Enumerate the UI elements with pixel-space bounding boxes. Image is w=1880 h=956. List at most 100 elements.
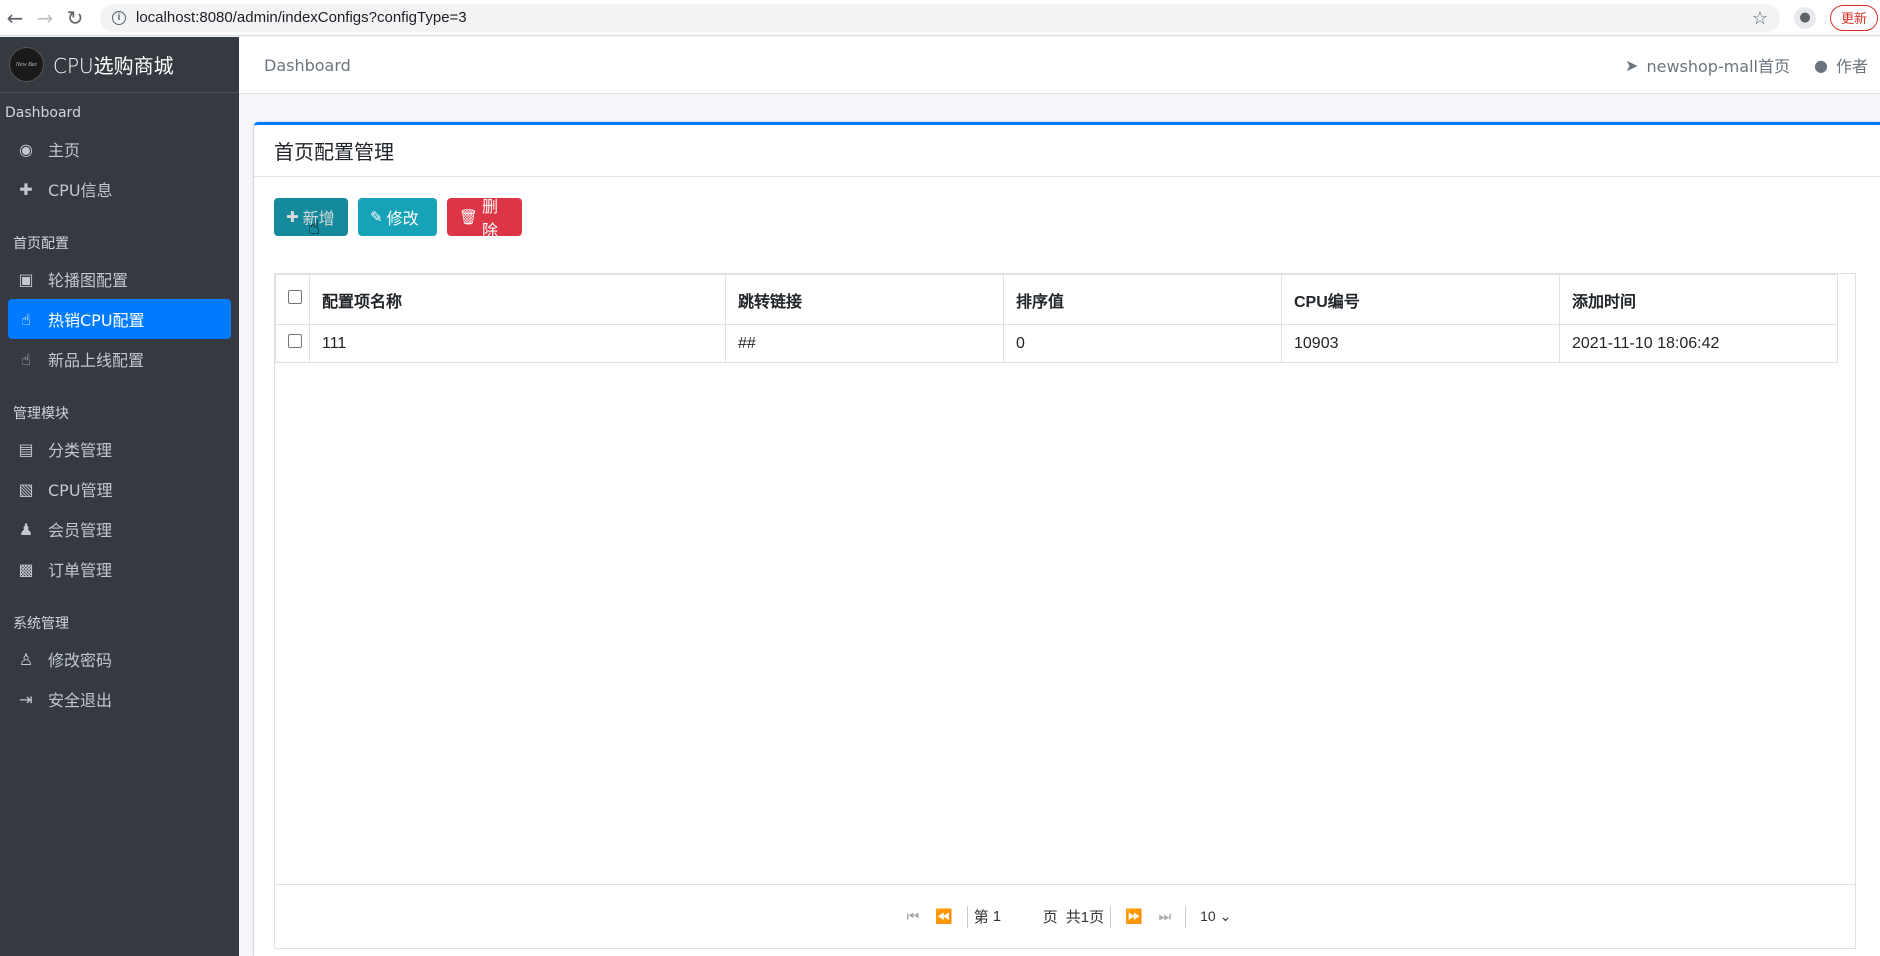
config-table-container: 配置项名称 跳转链接 排序值 CPU编号 添加时间 111 ## 0 10903… xyxy=(274,273,1856,949)
sidebar-item-home[interactable]: ◉ 主页 xyxy=(8,129,231,169)
table-header-row: 配置项名称 跳转链接 排序值 CPU编号 添加时间 xyxy=(275,274,1838,325)
money-icon: ▩ xyxy=(18,559,34,579)
table-cell: 0 xyxy=(1003,324,1282,363)
brand[interactable]: New Bee CPU选购商城 xyxy=(0,37,239,93)
edit-button[interactable]: ✎ 修改 xyxy=(358,198,437,236)
config-table: 配置项名称 跳转链接 排序值 CPU编号 添加时间 111 ## 0 10903… xyxy=(275,274,1838,363)
users-icon: ♟ xyxy=(18,519,34,539)
edit-icon: ✎ xyxy=(370,208,383,226)
sidebar-item-new-arrival-config[interactable]: ☝ 新品上线配置 xyxy=(8,339,231,379)
table-cell: 2021-11-10 18:06:42 xyxy=(1559,324,1838,363)
hand-pointer-icon: ☝ xyxy=(21,349,31,369)
back-icon[interactable]: ← xyxy=(0,3,30,33)
update-label: 更新 xyxy=(1841,12,1868,27)
user-secret-icon: ♙ xyxy=(18,649,34,669)
column-header[interactable]: 配置项名称 xyxy=(309,274,726,325)
sidebar-item-category-management[interactable]: ▤ 分类管理 xyxy=(8,429,231,469)
user-icon: ● xyxy=(1814,55,1828,75)
config-card: 首页配置管理 ✚ 新增 ✎ 修改 🗑 删除 ☝ 配置项名称 跳转链接 排序值 C… xyxy=(254,122,1880,956)
select-all-cell xyxy=(275,274,310,325)
sidebar-item-label: 新品上线配置 xyxy=(48,351,145,370)
sidebar-item-label: 修改密码 xyxy=(48,651,113,670)
page-size-select[interactable]: 10 ⌄ xyxy=(1200,908,1231,925)
hand-pointer-icon: ☝ xyxy=(21,309,31,329)
brand-logo: New Bee xyxy=(10,48,43,81)
pager: ⏮ ⏪ 第 1 页 共1页 ⏩ ⏭ 10 ⌄ xyxy=(275,884,1855,948)
nav-header-dashboard: Dashboard xyxy=(5,105,81,121)
column-header[interactable]: 添加时间 xyxy=(1559,274,1838,325)
edit-label: 修改 xyxy=(386,209,419,228)
bookmark-star-icon[interactable]: ☆ xyxy=(1752,8,1768,29)
breadcrumb[interactable]: Dashboard xyxy=(264,56,351,75)
mouse-cursor-icon: ☝ xyxy=(308,215,321,239)
paper-plane-icon: ➤ xyxy=(1625,55,1639,75)
sidebar-item-label: CPU信息 xyxy=(48,181,113,200)
author-label: 作者 xyxy=(1835,57,1868,76)
sidebar-item-label: CPU管理 xyxy=(48,481,113,500)
reload-icon[interactable]: ↻ xyxy=(60,3,90,33)
sidebar-item-cpu-management[interactable]: ▧ CPU管理 xyxy=(8,469,231,509)
sidebar-item-label: 轮播图配置 xyxy=(48,271,129,290)
sidebar-item-logout[interactable]: ⇥ 安全退出 xyxy=(8,679,231,719)
sidebar-item-label: 订单管理 xyxy=(48,561,113,580)
nav-header-management: 管理模块 xyxy=(13,406,69,422)
sign-out-icon: ⇥ xyxy=(19,689,33,709)
trash-icon: 🗑 xyxy=(459,208,479,226)
sidebar-item-hot-cpu-config[interactable]: ☝ 热销CPU配置 xyxy=(8,299,231,339)
table-cell: 10903 xyxy=(1281,324,1560,363)
column-header[interactable]: 跳转链接 xyxy=(725,274,1004,325)
page-size-value: 10 xyxy=(1200,908,1216,924)
author-link[interactable]: ● 作者 xyxy=(1814,53,1868,77)
sidebar-item-carousel-config[interactable]: ▣ 轮播图配置 xyxy=(8,259,231,299)
delete-label: 删除 xyxy=(482,197,499,240)
row-select-cell xyxy=(275,324,310,363)
sidebar-item-order-management[interactable]: ▩ 订单管理 xyxy=(8,549,231,589)
update-button[interactable]: 更新 xyxy=(1830,4,1879,31)
plus-icon: ✚ xyxy=(286,208,299,226)
sidebar-item-label: 热销CPU配置 xyxy=(48,311,145,330)
plus-icon: ✚ xyxy=(19,179,33,199)
site-info-icon[interactable]: i xyxy=(112,10,126,25)
page-prefix-label: 第 xyxy=(973,909,989,926)
top-navbar: Dashboard ➤ newshop-mall首页 ● 作者 xyxy=(239,37,1880,94)
chevron-down-icon: ⌄ xyxy=(1219,908,1232,924)
column-header[interactable]: 排序值 xyxy=(1003,274,1282,325)
image-icon: ▣ xyxy=(18,269,34,289)
pager-divider xyxy=(1110,905,1112,928)
url-text: localhost:8080/admin/indexConfigs?config… xyxy=(136,9,467,26)
pager-divider xyxy=(966,905,968,928)
sidebar-item-label: 安全退出 xyxy=(48,691,113,710)
shop-home-link[interactable]: ➤ newshop-mall首页 xyxy=(1625,53,1790,77)
pager-divider xyxy=(1185,905,1187,928)
sidebar-item-change-password[interactable]: ♙ 修改密码 xyxy=(8,639,231,679)
shop-home-label: newshop-mall首页 xyxy=(1646,57,1791,76)
table-cell: ## xyxy=(725,324,1004,363)
dashboard-icon: ◉ xyxy=(19,139,33,159)
archive-icon: ▧ xyxy=(18,479,34,499)
row-checkbox[interactable] xyxy=(288,334,302,348)
sidebar-item-member-management[interactable]: ♟ 会员管理 xyxy=(8,509,231,549)
profile-icon[interactable]: ● xyxy=(1794,6,1816,29)
sidebar-item-label: 主页 xyxy=(48,141,81,160)
page-title: 首页配置管理 xyxy=(254,125,1880,177)
sidebar: New Bee CPU选购商城 Dashboard ◉ 主页 ✚ CPU信息 首… xyxy=(0,37,239,956)
browser-toolbar: ← → ↻ i localhost:8080/admin/indexConfig… xyxy=(0,0,1880,36)
last-page-icon[interactable]: ⏭ xyxy=(1159,908,1172,925)
first-page-icon[interactable]: ⏮ xyxy=(907,908,920,925)
address-bar[interactable]: i localhost:8080/admin/indexConfigs?conf… xyxy=(100,3,1780,32)
page-suffix-label: 页 xyxy=(1042,909,1058,926)
sidebar-item-cpu-info[interactable]: ✚ CPU信息 xyxy=(8,169,231,209)
sidebar-item-label: 会员管理 xyxy=(48,521,113,540)
page-number-input[interactable]: 1 xyxy=(993,908,1033,925)
next-page-icon[interactable]: ⏩ xyxy=(1125,908,1142,925)
table-row[interactable]: 111 ## 0 10903 2021-11-10 18:06:42 xyxy=(275,324,1838,363)
nav-header-system: 系统管理 xyxy=(13,616,69,632)
table-cell: 111 xyxy=(309,324,726,363)
delete-button[interactable]: 🗑 删除 xyxy=(447,197,522,240)
forward-icon[interactable]: → xyxy=(30,3,60,33)
prev-page-icon[interactable]: ⏪ xyxy=(935,908,952,925)
total-pages-label: 共1页 xyxy=(1065,909,1105,926)
column-header[interactable]: CPU编号 xyxy=(1281,274,1560,325)
select-all-checkbox[interactable] xyxy=(288,290,302,304)
sidebar-item-label: 分类管理 xyxy=(48,441,113,460)
